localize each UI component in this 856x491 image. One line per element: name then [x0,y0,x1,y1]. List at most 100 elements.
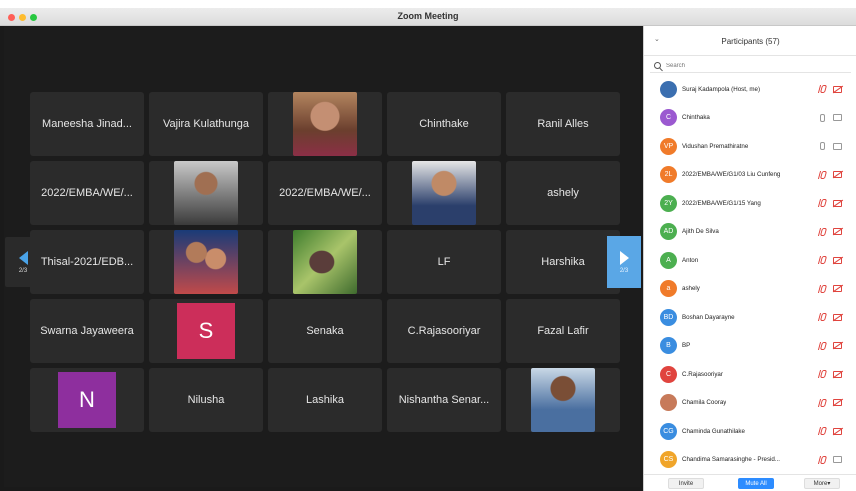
mic-muted-icon[interactable] [817,455,827,464]
avatar: CS [660,451,677,468]
participant-row[interactable]: 2L 2022/EMBA/WE/G1/03 Liu Cunfeng [644,161,856,189]
search-icon [654,62,661,69]
avatar: 2L [660,166,677,183]
mic-muted-icon[interactable] [817,284,827,293]
participant-tile[interactable]: 2022/EMBA/WE/... [268,161,382,225]
video-icon[interactable] [833,114,842,121]
avatar: 2Y [660,194,677,212]
video-off-icon[interactable] [833,85,842,93]
participant-row[interactable]: Chamila Cooray [644,389,856,417]
video-off-icon[interactable] [833,171,842,178]
mic-muted-icon[interactable] [817,85,827,93]
participant-row[interactable]: VP Vidushan Premathiratne [644,132,856,160]
participant-video-tile[interactable] [387,161,501,225]
mic-muted-icon[interactable] [817,341,827,350]
participant-video-tile[interactable] [149,161,263,225]
participant-tile[interactable]: Vajira Kulathunga [149,92,263,156]
mic-muted-icon[interactable] [817,370,827,378]
participant-name: Suraj Kadampola (Host, me) [682,85,761,93]
more-button[interactable]: More▾ [804,478,840,489]
participant-tile[interactable]: Senaka [268,299,382,363]
participant-video-tile[interactable] [149,230,263,294]
participant-name: Maneesha Jinad... [42,118,132,130]
participant-name: Anton [682,256,699,264]
mic-muted-icon[interactable] [817,427,827,435]
participant-name: 2022/EMBA/WE/... [279,187,371,199]
participant-row[interactable]: CS Chandima Samarasinghe - Presid... [644,446,856,474]
participant-tile[interactable]: Chinthake [387,92,501,156]
participant-tile[interactable]: ashely [506,161,620,225]
video-off-icon[interactable] [833,399,842,406]
avatar: VP [660,137,677,155]
mic-muted-icon[interactable] [817,313,827,321]
mic-muted-icon[interactable] [817,256,827,264]
participant-name: Thisal-2021/EDB... [40,256,134,268]
participant-row[interactable]: B BP [644,332,856,360]
participant-tile[interactable]: Ranil Alles [506,92,620,156]
mic-muted-icon[interactable] [817,398,827,407]
participant-row[interactable]: CG Chaminda Gunathilake [644,417,856,445]
participant-tile[interactable]: 2022/EMBA/WE/... [30,161,144,225]
participant-tile[interactable]: Lashika [268,368,382,432]
participant-name: Chinthaka [682,114,710,121]
video-off-icon[interactable] [833,427,842,435]
mic-icon[interactable] [819,142,825,150]
participant-tile[interactable]: S [149,299,263,363]
participant-video-tile[interactable] [268,92,382,156]
participant-tile[interactable]: N [30,368,144,432]
participant-photo [531,368,595,432]
participant-tile[interactable]: Thisal-2021/EDB... [30,230,144,294]
video-icon[interactable] [833,456,842,463]
mute-all-button[interactable]: Mute All [738,478,774,489]
participant-tile[interactable]: Fazal Lafir [506,299,620,363]
video-off-icon[interactable] [833,342,842,349]
participant-tile[interactable]: LF [387,230,501,294]
participant-tile[interactable]: Maneesha Jinad... [30,92,144,156]
participant-tile[interactable]: Nilusha [149,368,263,432]
participant-row[interactable]: C C.Rajasooriyar [644,360,856,388]
video-off-icon[interactable] [833,199,842,207]
avatar: S [177,303,235,359]
title-bar: Zoom Meeting [0,8,856,26]
video-off-icon[interactable] [833,313,842,321]
mic-muted-icon[interactable] [817,227,827,236]
invite-button[interactable]: Invite [668,478,704,489]
avatar: a [660,280,677,297]
participant-name: C.Rajasooriyar [407,325,481,337]
avatar: B [660,337,677,354]
participant-photo [174,230,238,294]
participant-row[interactable]: A Anton [644,246,856,274]
participant-tile[interactable]: C.Rajasooriyar [387,299,501,363]
mic-icon[interactable] [819,113,825,122]
participant-photo [174,161,238,225]
participant-tile[interactable]: Swarna Jayaweera [30,299,144,363]
participant-name: Chaminda Gunathilake [682,427,745,435]
video-off-icon[interactable] [833,370,842,378]
avatar: C [660,109,677,126]
participant-photo [412,161,476,225]
video-off-icon[interactable] [833,285,842,292]
video-icon[interactable] [833,142,842,150]
participant-row[interactable]: BD Boshan Dayarayne [644,303,856,331]
next-page-button[interactable]: 2/3 [607,236,641,288]
mic-muted-icon[interactable] [817,170,827,179]
participant-name: Chamila Cooray [682,399,727,406]
participants-search[interactable] [650,59,851,73]
participant-name: Boshan Dayarayne [682,313,735,321]
mic-muted-icon[interactable] [817,199,827,207]
participant-video-tile[interactable] [268,230,382,294]
avatar: AD [660,223,677,240]
participants-footer: Invite Mute All More▾ [644,474,856,491]
participant-row[interactable]: a ashely [644,275,856,303]
video-off-icon[interactable] [833,228,842,235]
participant-row[interactable]: Suraj Kadampola (Host, me) [644,75,856,103]
participant-name: 2022/EMBA/WE/... [41,187,133,199]
video-off-icon[interactable] [833,256,842,264]
participant-row[interactable]: C Chinthaka [644,104,856,132]
participant-video-tile[interactable] [506,368,620,432]
search-input[interactable] [666,62,836,69]
participant-row[interactable]: 2Y 2022/EMBA/WE/G1/15 Yang [644,189,856,217]
participant-row[interactable]: AD Ajith De Silva [644,218,856,246]
participant-tile[interactable]: Harshika [506,230,620,294]
participant-tile[interactable]: Nishantha Senar... [387,368,501,432]
